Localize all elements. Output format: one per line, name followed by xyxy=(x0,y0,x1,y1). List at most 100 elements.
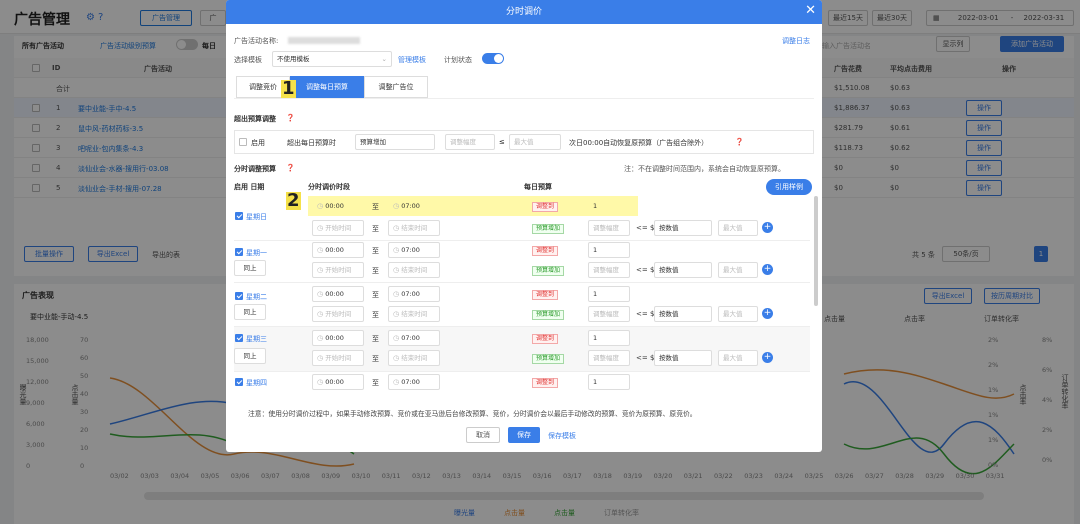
schedule-scrollbar[interactable] xyxy=(814,196,818,306)
template-select[interactable]: 不使用模板 ⌄ xyxy=(272,51,392,67)
to-label: 至 xyxy=(372,335,379,343)
budget-value-input[interactable]: 1 xyxy=(588,198,630,214)
to-label: 至 xyxy=(372,291,379,299)
start-time-input[interactable]: ◷ 开始时间 xyxy=(312,306,364,322)
same-as-above-button[interactable]: 同上 xyxy=(234,304,266,320)
adjust-amount-input[interactable]: 调整幅度 xyxy=(588,220,630,236)
adjust-to-tag[interactable]: 调整到 xyxy=(532,378,559,388)
lte-dollar: <= $ xyxy=(636,266,655,274)
manage-template-link[interactable]: 管理模板 xyxy=(398,55,426,65)
add-row-icon[interactable]: + xyxy=(762,308,773,319)
start-time-input[interactable]: ◷ 00:00 xyxy=(312,330,364,346)
tab-adjust-placement[interactable]: 调整广告位 xyxy=(364,76,428,98)
start-time-input[interactable]: ◷ 开始时间 xyxy=(312,220,364,236)
adjust-to-tag[interactable]: 调整到 xyxy=(532,246,559,256)
max-value-input[interactable]: 最大值 xyxy=(718,350,758,366)
row-divider xyxy=(234,371,810,372)
adjust-amount-input[interactable]: 调整幅度 xyxy=(588,306,630,322)
add-row-icon[interactable]: + xyxy=(762,264,773,275)
end-time-value: 07:00 xyxy=(401,334,420,342)
budget-value-input[interactable]: 1 xyxy=(588,374,630,390)
exceed-mode-select[interactable]: 预算增加 xyxy=(355,134,435,150)
start-time-input[interactable]: ◷ 开始时间 xyxy=(312,350,364,366)
add-row-icon[interactable]: + xyxy=(762,352,773,363)
end-time-input[interactable]: ◷ 07:00 xyxy=(388,242,440,258)
chevron-down-icon: ⌄ xyxy=(381,55,387,63)
add-row-icon[interactable]: + xyxy=(762,222,773,233)
section-exceed-title: 超出预算调整 xyxy=(234,115,276,123)
end-placeholder: 结束时间 xyxy=(401,224,428,232)
change-log-link[interactable]: 调整日志 xyxy=(782,36,810,46)
max-value-input[interactable]: 最大值 xyxy=(718,220,758,236)
budget-value-input[interactable]: 1 xyxy=(588,242,630,258)
col-daily-budget: 每日预算 xyxy=(524,183,552,191)
start-time-input[interactable]: ◷ 开始时间 xyxy=(312,262,364,278)
adjust-to-tag[interactable]: 调整到 xyxy=(532,334,559,344)
plan-status-toggle[interactable] xyxy=(482,53,504,64)
same-as-above-button[interactable]: 同上 xyxy=(234,348,266,364)
campaign-name-blurred xyxy=(288,37,360,44)
lte-dollar: <= $ xyxy=(636,310,655,318)
day-checkbox[interactable] xyxy=(235,292,243,300)
exceed-enable-checkbox[interactable] xyxy=(239,138,247,146)
adjust-amount-input[interactable]: 调整幅度 xyxy=(588,262,630,278)
start-time-input[interactable]: ◷ 00:00 xyxy=(312,286,364,302)
to-label: 至 xyxy=(372,225,379,233)
max-value-input[interactable]: 最大值 xyxy=(509,134,561,150)
row-divider xyxy=(234,240,810,241)
adjust-amount-input[interactable]: 调整幅度 xyxy=(445,134,495,150)
cancel-button[interactable]: 取消 xyxy=(466,427,500,443)
close-icon[interactable]: ✕ xyxy=(805,3,816,18)
end-time-value: 07:00 xyxy=(401,246,420,254)
by-value-select[interactable]: 按数值 xyxy=(654,220,712,236)
start-placeholder: 开始时间 xyxy=(325,224,352,232)
budget-value-input[interactable]: 1 xyxy=(588,286,630,302)
day-checkbox[interactable] xyxy=(235,378,243,386)
budget-increase-tag[interactable]: 预算增加 xyxy=(532,224,565,234)
start-time-value: 00:00 xyxy=(325,202,344,210)
start-time-input[interactable]: ◷ 00:00 xyxy=(312,374,364,390)
day-checkbox[interactable] xyxy=(235,334,243,342)
col-enable-date: 启用 日期 xyxy=(234,183,265,191)
by-value-select[interactable]: 按数值 xyxy=(654,350,712,366)
budget-increase-tag[interactable]: 预算增加 xyxy=(532,354,565,364)
end-placeholder: 结束时间 xyxy=(401,310,428,318)
day-label: 星期一 xyxy=(246,249,267,257)
end-time-input[interactable]: ◷ 07:00 xyxy=(388,374,440,390)
save-template-link[interactable]: 保存模板 xyxy=(548,431,576,441)
start-placeholder: 开始时间 xyxy=(325,310,352,318)
save-button[interactable]: 保存 xyxy=(508,427,540,443)
same-as-above-button[interactable]: 同上 xyxy=(234,260,266,276)
adjust-to-tag[interactable]: 调整到 xyxy=(532,290,559,300)
end-time-input[interactable]: ◷ 07:00 xyxy=(388,198,440,214)
to-label: 至 xyxy=(372,247,379,255)
budget-value-input[interactable]: 1 xyxy=(588,330,630,346)
end-time-input[interactable]: ◷ 07:00 xyxy=(388,330,440,346)
lte-symbol: ≤ xyxy=(499,138,505,146)
end-time-input[interactable]: ◷ 结束时间 xyxy=(388,220,440,236)
day-checkbox[interactable] xyxy=(235,248,243,256)
end-time-input[interactable]: ◷ 结束时间 xyxy=(388,350,440,366)
budget-increase-tag[interactable]: 预算增加 xyxy=(532,266,565,276)
tab-adjust-daily-budget[interactable]: 调整每日预算 xyxy=(290,76,364,98)
start-time-value: 00:00 xyxy=(325,378,344,386)
start-time-value: 00:00 xyxy=(325,290,344,298)
start-placeholder: 开始时间 xyxy=(325,266,352,274)
start-time-input[interactable]: ◷ 00:00 xyxy=(312,198,364,214)
budget-increase-tag[interactable]: 预算增加 xyxy=(532,310,565,320)
to-label: 至 xyxy=(372,203,379,211)
plan-status-label: 计划状态 xyxy=(444,56,472,64)
by-value-select[interactable]: 按数值 xyxy=(654,262,712,278)
start-time-input[interactable]: ◷ 00:00 xyxy=(312,242,364,258)
day-checkbox[interactable] xyxy=(235,212,243,220)
end-time-input[interactable]: ◷ 结束时间 xyxy=(388,306,440,322)
max-value-input[interactable]: 最大值 xyxy=(718,306,758,322)
max-value-input[interactable]: 最大值 xyxy=(718,262,758,278)
end-time-input[interactable]: ◷ 结束时间 xyxy=(388,262,440,278)
adjust-amount-input[interactable]: 调整幅度 xyxy=(588,350,630,366)
by-value-select[interactable]: 按数值 xyxy=(654,306,712,322)
quote-template-button[interactable]: 引用样例 xyxy=(766,179,812,195)
to-label: 至 xyxy=(372,311,379,319)
adjust-to-tag[interactable]: 调整到 xyxy=(532,202,559,212)
end-time-input[interactable]: ◷ 07:00 xyxy=(388,286,440,302)
